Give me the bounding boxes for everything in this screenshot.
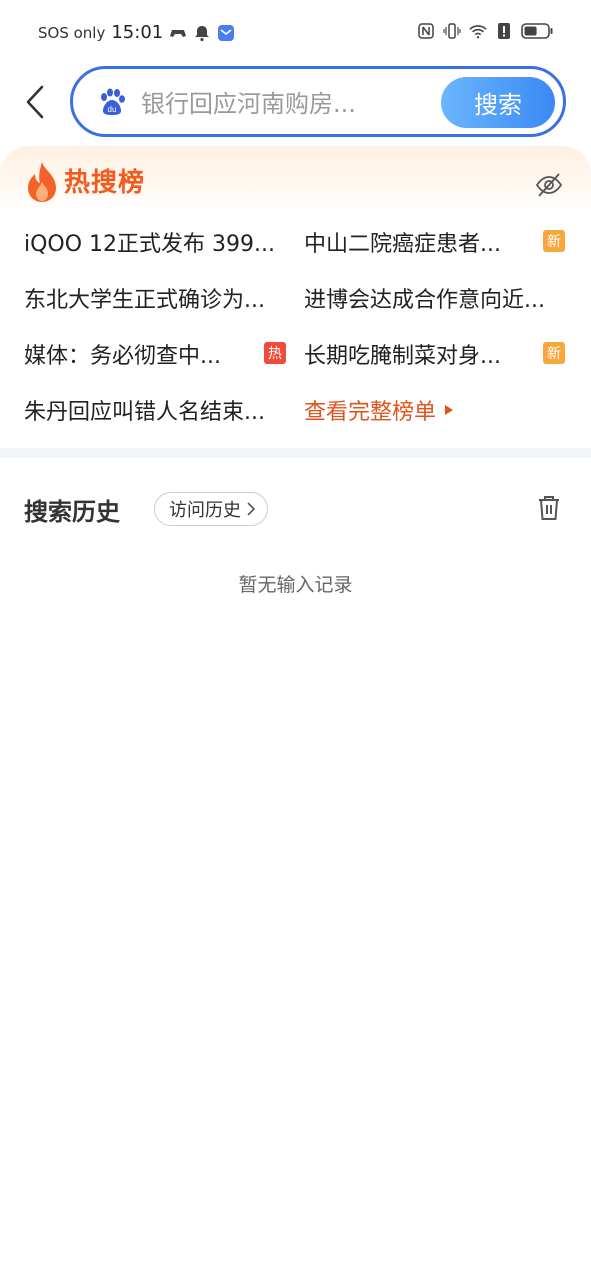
hot-item[interactable]: 东北大学生正式确诊为... [24,282,292,314]
visit-history-label: 访问历史 [169,500,241,521]
status-bar: SOS only 15:01 [0,0,591,66]
search-history-title: 搜索历史 [24,498,120,526]
carrier-label: SOS only [38,23,106,42]
flame-icon [28,162,56,202]
hot-item[interactable]: 媒体：务必彻查中... [24,338,252,370]
hot-tag-badge: 热 [264,342,286,364]
hide-eye-icon[interactable] [535,172,563,198]
play-arrow-icon [445,405,454,415]
battery-icon [521,23,553,39]
hot-item[interactable]: 中山二院癌症患者... [304,226,524,258]
nfc-icon [418,23,434,39]
svg-text:du: du [108,105,117,114]
hot-search-section: 热搜榜 iQOO 12正式发布 399... 中山二院癌症患者... 新 东北大… [0,146,591,446]
hot-item[interactable]: iQOO 12正式发布 399... [24,226,292,258]
chevron-left-icon [26,85,44,119]
search-box[interactable]: du 银行回应河南购房... 搜索 [70,66,566,137]
visit-history-button[interactable]: 访问历史 [154,492,268,526]
vibrate-icon [443,23,461,39]
view-full-list-link[interactable]: 查看完整榜单 [304,394,454,426]
back-button[interactable] [20,80,50,124]
mail-app-icon [218,24,235,41]
search-button[interactable]: 搜索 [441,77,555,128]
new-tag-badge: 新 [543,230,565,252]
view-full-list-label: 查看完整榜单 [304,400,437,425]
section-divider [0,448,591,458]
clock: 15:01 [111,22,164,43]
alert-icon [498,23,510,39]
empty-history-message: 暂无输入记录 [238,574,353,596]
wifi-icon [469,25,487,39]
chevron-right-icon [247,502,255,516]
trash-icon[interactable] [537,495,561,521]
new-tag-badge: 新 [543,342,565,364]
baidu-paw-icon: du [101,88,125,115]
hot-item[interactable]: 朱丹回应叫错人名结束... [24,394,292,426]
game-controller-icon [170,29,187,37]
status-right [417,22,553,40]
search-input[interactable]: 银行回应河南购房... [141,84,356,119]
hot-item[interactable]: 长期吃腌制菜对身... [304,338,524,370]
notification-bell-icon [195,25,210,41]
hot-item[interactable]: 进博会达成合作意向近... [304,282,570,314]
status-left: SOS only 15:01 [38,22,235,43]
hot-search-title: 热搜榜 [64,168,146,198]
